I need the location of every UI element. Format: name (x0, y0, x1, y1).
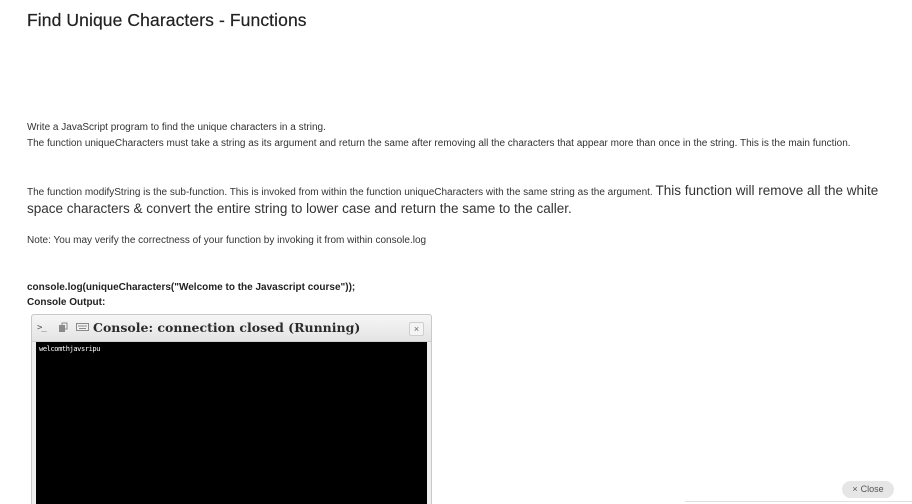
console-header: >_ Console: connection closed (Running) … (32, 315, 431, 342)
close-button-label: Close (860, 484, 884, 494)
console-output-text: welcomthjavsripu (39, 345, 101, 353)
description-para2-small: The function modifyString is the sub-fun… (27, 187, 653, 198)
description-paragraph-1: Write a JavaScript program to find the u… (27, 120, 899, 152)
console-title: Console: connection closed (Running) (93, 320, 361, 335)
keyboard-icon[interactable] (76, 322, 89, 336)
description-line-1: Write a JavaScript program to find the u… (27, 122, 326, 133)
console-window: >_ Console: connection closed (Running) … (31, 314, 432, 504)
console-body[interactable]: welcomthjavsripu (36, 342, 427, 504)
page: Find Unique Characters - Functions Write… (0, 0, 912, 504)
description-note: Note: You may verify the correctness of … (27, 235, 427, 246)
description-paragraph-2: The function modifyString is the sub-fun… (27, 183, 899, 219)
console-output-label: Console Output: (27, 297, 106, 308)
console-close-button[interactable]: × (409, 322, 424, 336)
description-line-2: The function uniqueCharacters must take … (27, 138, 851, 149)
close-button[interactable]: × Close (842, 481, 894, 498)
divider (685, 501, 912, 502)
copy-icon[interactable] (58, 322, 69, 337)
terminal-prompt-icon[interactable]: >_ (37, 322, 47, 334)
close-icon: × (852, 484, 858, 494)
example-code: console.log(uniqueCharacters("Welcome to… (27, 282, 356, 293)
page-title: Find Unique Characters - Functions (27, 10, 307, 30)
